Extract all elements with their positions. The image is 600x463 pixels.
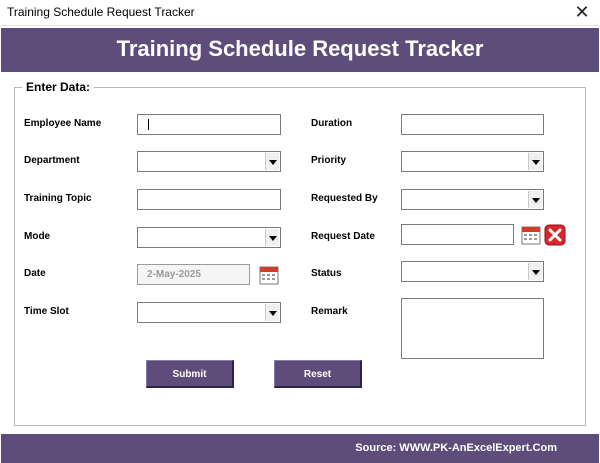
duration-input[interactable] [401, 114, 544, 135]
dropdown-arrow-icon[interactable] [528, 263, 542, 280]
duration-label: Duration [311, 118, 353, 129]
time-slot-label: Time Slot [24, 306, 69, 317]
date-input[interactable]: 2-May-2025 [137, 264, 250, 285]
request-date-label: Request Date [311, 231, 375, 242]
window-titlebar: Training Schedule Request Tracker ✕ [0, 0, 600, 26]
reset-button[interactable]: Reset [274, 360, 362, 388]
clear-icon[interactable] [544, 224, 566, 246]
department-label: Department [24, 155, 80, 166]
priority-dropdown[interactable] [401, 151, 544, 172]
close-icon[interactable]: ✕ [572, 2, 592, 22]
requested-by-dropdown[interactable] [401, 189, 544, 210]
date-label: Date [24, 268, 46, 279]
dropdown-arrow-icon[interactable] [528, 153, 542, 170]
training-topic-input[interactable] [137, 189, 281, 210]
submit-button[interactable]: Submit [146, 360, 234, 388]
window-title: Training Schedule Request Tracker [7, 5, 195, 19]
mode-dropdown[interactable] [137, 227, 281, 248]
dropdown-arrow-icon[interactable] [265, 153, 279, 170]
employee-name-input[interactable] [137, 114, 281, 135]
status-dropdown[interactable] [401, 261, 544, 282]
calendar-icon[interactable] [521, 225, 541, 245]
remark-label: Remark [311, 306, 348, 317]
header-banner: Training Schedule Request Tracker [1, 28, 599, 72]
status-label: Status [311, 268, 342, 279]
page-title: Training Schedule Request Tracker [116, 36, 484, 61]
training-topic-label: Training Topic [24, 193, 92, 204]
time-slot-dropdown[interactable] [137, 302, 281, 323]
employee-name-label: Employee Name [24, 118, 102, 129]
footer-banner: Source: WWW.PK-AnExcelExpert.Com [1, 434, 599, 463]
dropdown-arrow-icon[interactable] [265, 304, 279, 321]
mode-label: Mode [24, 231, 51, 242]
source-text: Source: WWW.PK-AnExcelExpert.Com [355, 442, 557, 454]
dropdown-arrow-icon[interactable] [528, 191, 542, 208]
request-date-input[interactable] [401, 224, 514, 245]
requested-by-label: Requested By [311, 193, 378, 204]
department-dropdown[interactable] [137, 151, 281, 172]
calendar-icon[interactable] [259, 265, 279, 285]
enter-data-label: Enter Data: [22, 80, 95, 94]
remark-textarea[interactable] [401, 298, 544, 359]
priority-label: Priority [311, 155, 347, 166]
dropdown-arrow-icon[interactable] [265, 229, 279, 246]
